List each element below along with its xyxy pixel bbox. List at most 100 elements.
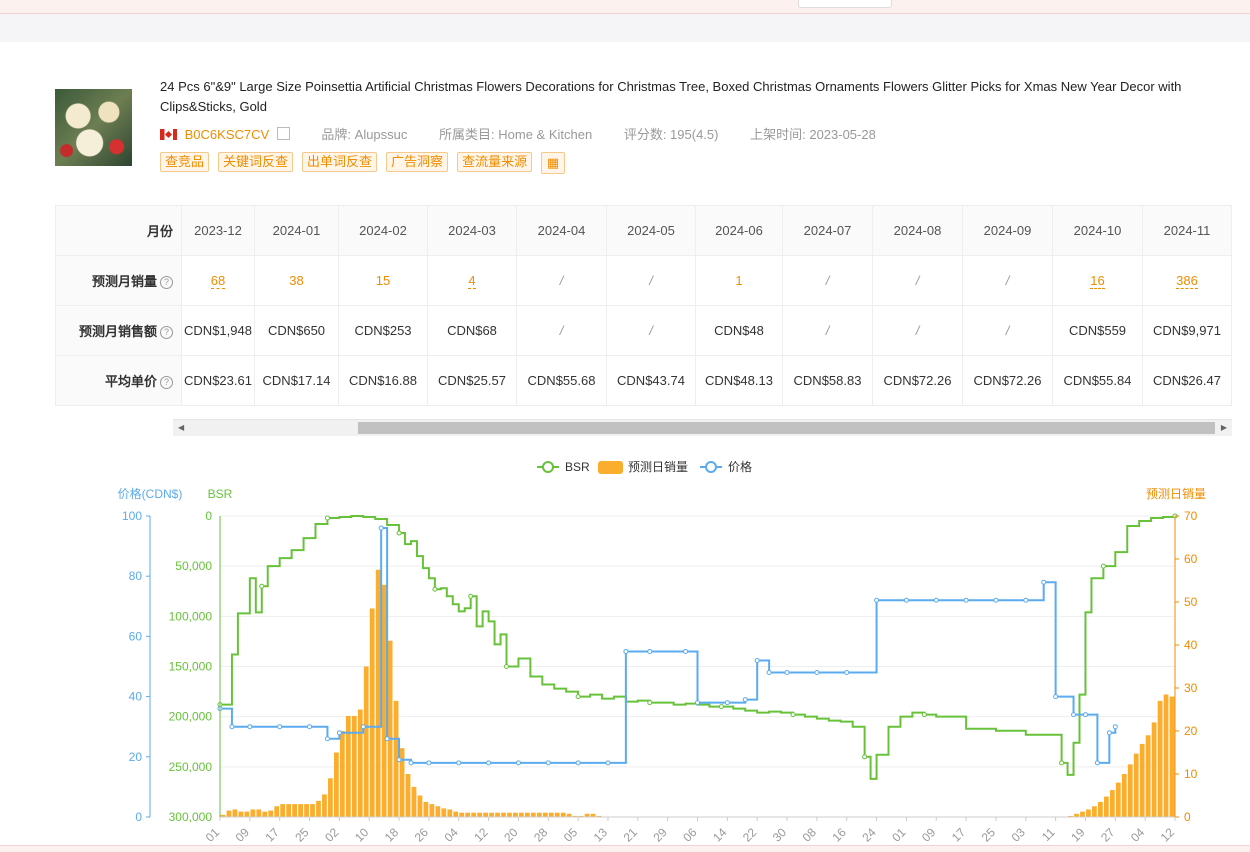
table-cell: CDN$72.26: [962, 355, 1053, 406]
bsr-axis-title: BSR: [208, 487, 233, 501]
sales-bar: [310, 804, 315, 817]
product-title[interactable]: 24 Pcs 6"&9" Large Size Poinsettia Artif…: [160, 77, 1220, 117]
price-point: [695, 700, 700, 706]
monthly-revenue-row: 预测月销售额? CDN$1,948 CDN$650 CDN$253 CDN$68// CD…: [55, 305, 1232, 356]
table-cell: CDN$72.26: [872, 355, 963, 406]
bsr-tick-label: 150,000: [169, 660, 213, 674]
price-tick-label: 60: [129, 629, 143, 643]
help-icon[interactable]: ?: [160, 276, 173, 289]
action-tags: 查竞品 关键词反查 出单词反查 广告洞察 查流量来源 ▦: [160, 152, 566, 174]
sales-bar: [453, 811, 459, 817]
product-thumbnail[interactable]: [55, 89, 132, 166]
sales-bar: [280, 804, 286, 817]
help-icon[interactable]: ?: [160, 326, 173, 339]
scroll-left-icon[interactable]: ◀: [178, 423, 184, 432]
price-point: [384, 736, 390, 742]
x-tick-label: 09: [919, 825, 939, 845]
sales-bar: [525, 812, 530, 817]
external-link-icon[interactable]: [276, 127, 290, 140]
cell-value: 15: [375, 273, 391, 288]
price-point: [647, 648, 653, 654]
bsr-point: [921, 712, 927, 718]
launch-date-label: 上架时间: 2023-05-28: [750, 127, 876, 142]
sales-bar: [459, 812, 465, 817]
table-cell: CDN$55.68: [516, 355, 607, 406]
table-cell: CDN$68: [427, 305, 517, 356]
cell-value: /: [825, 273, 830, 288]
bsr-tick-label: 0: [205, 509, 212, 523]
sales-tick-label: 0: [1184, 810, 1191, 824]
cell-value: CDN$26.47: [1153, 373, 1221, 388]
canada-flag-icon: [160, 129, 177, 140]
bsr-point: [718, 704, 724, 710]
price-point: [277, 724, 283, 730]
help-icon[interactable]: ?: [160, 376, 173, 389]
cell-value: CDN$72.26: [883, 373, 952, 388]
x-tick-label: 03: [1009, 825, 1029, 845]
row-label: 预测月销售额?: [55, 305, 182, 356]
legend-price-marker: [705, 461, 717, 473]
x-tick-label: 30: [770, 825, 790, 845]
cell-value: CDN$68: [447, 323, 497, 338]
calculator-icon[interactable]: ▦: [541, 152, 566, 174]
sales-bar: [304, 804, 309, 817]
month-header-label: 月份: [55, 205, 182, 256]
sales-bar: [560, 812, 566, 817]
x-tick-label: 06: [680, 825, 700, 845]
top-banner-button[interactable]: [798, 0, 892, 8]
cell-value: CDN$25.57: [438, 373, 506, 388]
cell-value[interactable]: 68: [210, 273, 226, 289]
sales-bar: [339, 731, 345, 817]
table-cell: /: [782, 255, 873, 306]
scrollbar-thumb[interactable]: [358, 422, 1215, 434]
horizontal-scrollbar[interactable]: ◀ ▶: [173, 419, 1232, 436]
table-cell: CDN$9,971: [1142, 305, 1232, 356]
table-cell: 38: [254, 255, 339, 306]
price-tick-label: 20: [129, 750, 143, 764]
tag-ad-insight[interactable]: 广告洞察: [386, 152, 449, 172]
sales-bar: [1169, 696, 1175, 817]
price-point: [408, 760, 414, 766]
sales-bar: [447, 809, 453, 817]
month-header: 2024-05: [606, 205, 696, 256]
cell-value: /: [825, 323, 830, 338]
price-point: [229, 724, 235, 730]
sales-bar: [298, 804, 303, 817]
sales-bar: [363, 666, 369, 817]
tag-keyword-reverse[interactable]: 关键词反查: [218, 152, 294, 172]
sales-bar: [1086, 809, 1091, 817]
sales-bar: [369, 608, 375, 817]
sales-axis-title: 预测日销量: [1146, 487, 1206, 501]
cell-value[interactable]: 16: [1090, 273, 1105, 289]
price-point: [784, 670, 790, 676]
sales-tick-label: 20: [1184, 724, 1198, 738]
x-tick-label: 01: [889, 825, 909, 845]
price-point: [1053, 694, 1059, 700]
price-point: [963, 597, 969, 603]
row-label-text: 预测月销售额: [78, 324, 157, 339]
bsr-point: [504, 664, 509, 669]
sales-bar: [530, 812, 536, 817]
sales-bar: [322, 794, 327, 817]
cell-value: CDN$58.83: [793, 373, 862, 388]
scroll-right-icon[interactable]: ▶: [1221, 423, 1227, 432]
table-cell: CDN$559: [1052, 305, 1143, 356]
bsr-line: [220, 515, 1176, 780]
price-axis-title: 价格(CDN$): [118, 486, 183, 501]
asin-link[interactable]: B0C6KSC7CV: [185, 127, 270, 142]
cell-value: 1: [735, 273, 743, 288]
sales-bar: [328, 778, 333, 817]
tag-traffic-source[interactable]: 查流量来源: [457, 152, 533, 172]
tag-order-keyword-reverse[interactable]: 出单词反查: [302, 152, 378, 172]
table-cell: 386: [1142, 255, 1232, 306]
month-header: 2023-12: [181, 205, 255, 256]
x-tick-label: 26: [412, 825, 432, 845]
tag-competitors[interactable]: 查竞品: [160, 152, 210, 172]
x-tick-label: 14: [710, 825, 730, 845]
cell-value[interactable]: 4: [468, 273, 476, 289]
sales-bar: [536, 812, 542, 817]
month-header: 2024-03: [427, 205, 517, 256]
table-cell: CDN$43.74: [606, 355, 696, 406]
bsr-point: [790, 712, 796, 718]
cell-value[interactable]: 386: [1176, 273, 1198, 289]
